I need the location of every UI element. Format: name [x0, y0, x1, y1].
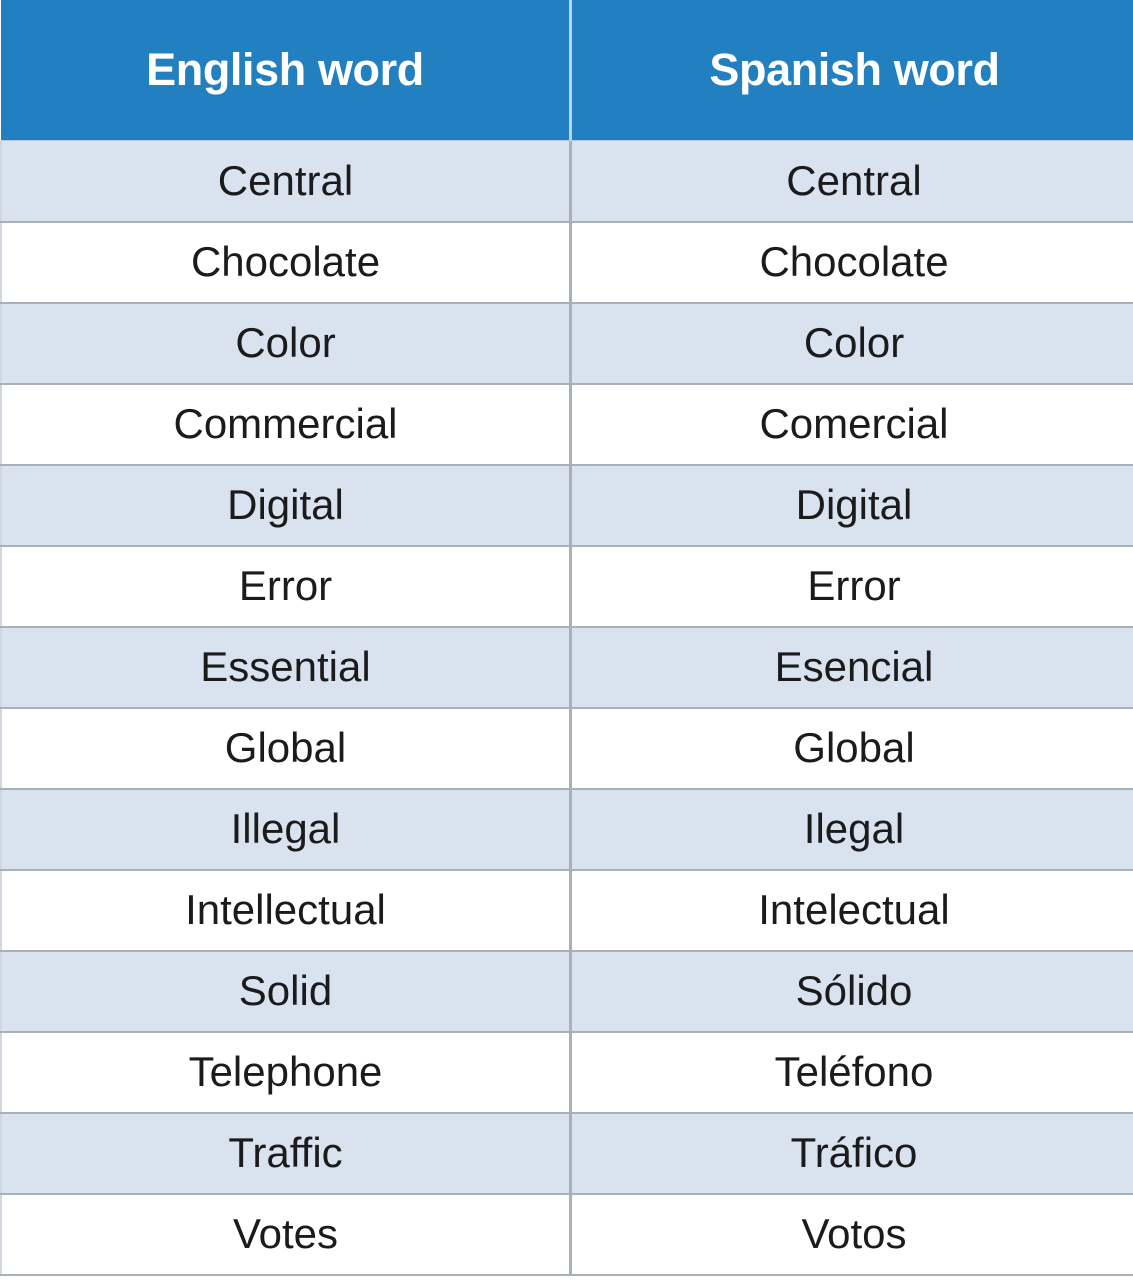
table-row: Central Central	[0, 140, 1133, 223]
cell-english-word: Solid	[0, 950, 572, 1033]
cell-spanish-word: Color	[570, 302, 1133, 385]
cell-english-word: Global	[0, 707, 572, 790]
cell-english-word: Illegal	[0, 788, 572, 871]
table-row: Essential Esencial	[0, 626, 1133, 709]
cell-english-word: Telephone	[0, 1031, 572, 1114]
table-row: Color Color	[0, 302, 1133, 385]
table-header-row: English word Spanish word	[1, 0, 1133, 141]
cell-english-word: Color	[0, 302, 572, 385]
cell-spanish-word: Teléfono	[570, 1031, 1133, 1114]
cell-spanish-word: Tráfico	[570, 1112, 1133, 1195]
table-row: Error Error	[0, 545, 1133, 628]
cell-english-word: Essential	[0, 626, 572, 709]
cell-english-word: Commercial	[0, 383, 572, 466]
cell-spanish-word: Sólido	[570, 950, 1133, 1033]
table-header: English word Spanish word	[1, 0, 1133, 141]
table-row: Chocolate Chocolate	[0, 221, 1133, 304]
cell-spanish-word: Central	[570, 140, 1133, 223]
table-row: Illegal Ilegal	[0, 788, 1133, 871]
column-header-spanish-word: Spanish word	[570, 0, 1133, 141]
cell-english-word: Chocolate	[0, 221, 572, 304]
table-row: Traffic Tráfico	[0, 1112, 1133, 1195]
cell-spanish-word: Digital	[570, 464, 1133, 547]
cell-spanish-word: Error	[570, 545, 1133, 628]
cell-spanish-word: Ilegal	[570, 788, 1133, 871]
cell-english-word: Central	[0, 140, 572, 223]
table-body: Central Central Chocolate Chocolate Color Col…	[0, 140, 1133, 1276]
table-row: Digital Digital	[0, 464, 1133, 547]
table-row: Telephone Teléfono	[0, 1031, 1133, 1114]
cell-spanish-word: Comercial	[570, 383, 1133, 466]
cell-spanish-word: Esencial	[570, 626, 1133, 709]
cell-spanish-word: Intelectual	[570, 869, 1133, 952]
table-row: Solid Sólido	[0, 950, 1133, 1033]
cell-english-word: Digital	[0, 464, 572, 547]
vocabulary-table-container: English word Spanish word Central Central…	[0, 0, 1133, 1280]
cell-english-word: Error	[0, 545, 572, 628]
english-spanish-cognates-table: English word Spanish word Central Central…	[0, 0, 1133, 1276]
cell-english-word: Votes	[0, 1193, 572, 1276]
cell-spanish-word: Chocolate	[570, 221, 1133, 304]
table-row: Global Global	[0, 707, 1133, 790]
table-row: Intellectual Intelectual	[0, 869, 1133, 952]
cell-spanish-word: Votos	[570, 1193, 1133, 1276]
cell-english-word: Intellectual	[0, 869, 572, 952]
table-row: Commercial Comercial	[0, 383, 1133, 466]
column-header-english-word: English word	[1, 0, 572, 141]
cell-spanish-word: Global	[570, 707, 1133, 790]
cell-english-word: Traffic	[0, 1112, 572, 1195]
table-row: Votes Votos	[0, 1193, 1133, 1276]
